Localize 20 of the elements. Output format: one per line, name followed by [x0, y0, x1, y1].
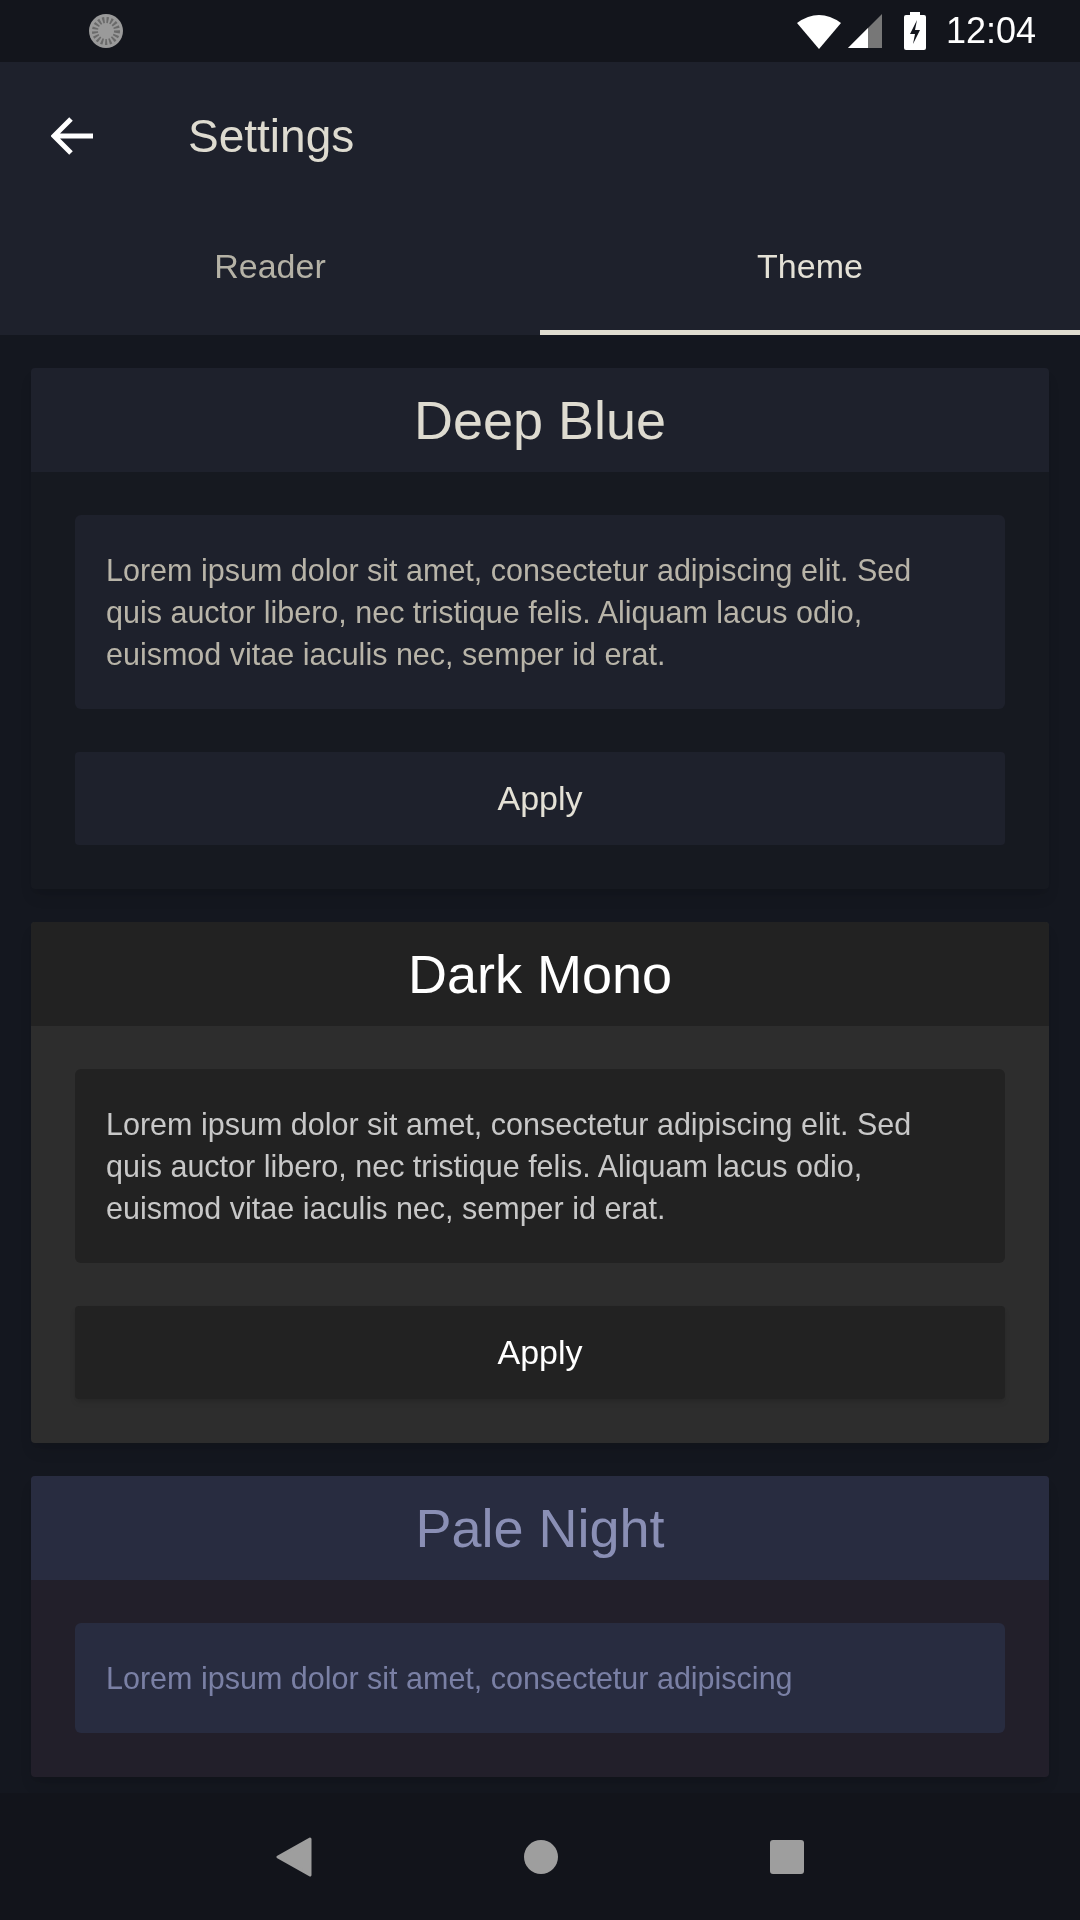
signal-icon: [847, 14, 882, 48]
status-time: 12:04: [945, 9, 1036, 53]
back-arrow-icon: [51, 116, 95, 156]
preview-text: Lorem ipsum dolor sit amet, consectetur adipiscing elit. Sed quis auctor libero, nec tristique felis. Aliquam lacus odio, euismod vitae iaculis nec, semper id erat.: [106, 1106, 913, 1228]
theme-name: Pale Night: [415, 1496, 665, 1560]
theme-name: Deep Blue: [413, 388, 667, 452]
loading-icon: [86, 11, 126, 51]
home-nav-icon[interactable]: [523, 1838, 559, 1875]
wifi-icon: [795, 13, 842, 49]
recents-nav-icon[interactable]: [770, 1839, 805, 1874]
tab[interactable]: Theme: [540, 210, 1080, 335]
back-nav-icon[interactable]: [275, 1836, 312, 1877]
apply-button[interactable]: Apply: [75, 752, 1005, 845]
theme-name: Dark Mono: [407, 942, 673, 1006]
preview-text: Lorem ipsum dolor sit amet, consectetur adipiscing elit. Sed quis auctor libero, nec tristique felis. Aliquam lacus odio, euismod vitae iaculis nec, semper id erat.: [106, 552, 913, 674]
tab[interactable]: Reader: [0, 210, 540, 335]
battery-charging-icon: [903, 12, 926, 50]
screen-title: Settings: [188, 108, 355, 164]
apply-button[interactable]: Apply: [75, 1306, 1005, 1399]
preview-text: Lorem ipsum dolor sit amet, consectetur adipiscing: [106, 1660, 794, 1698]
